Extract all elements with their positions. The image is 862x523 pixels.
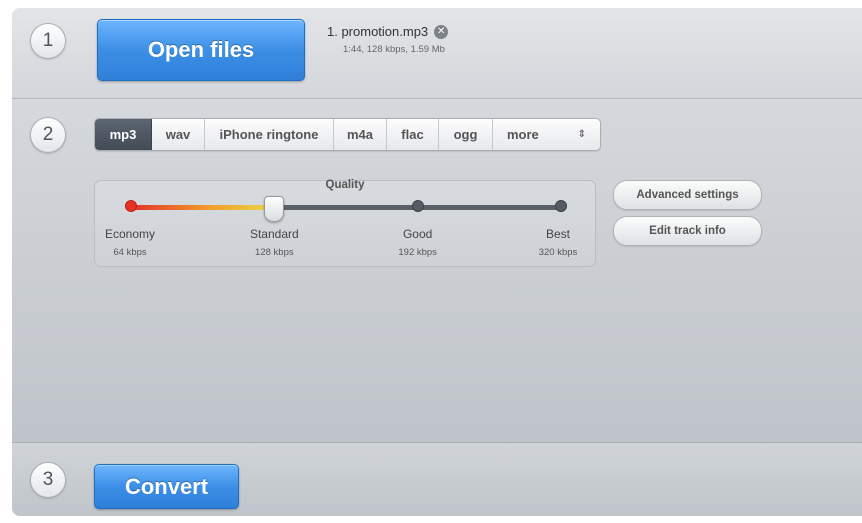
tab-wav[interactable]: wav xyxy=(152,119,205,150)
quality-stop-label: Standard xyxy=(249,227,299,241)
converter-app: 1 Open files 1. promotion.mp3 ✕ 1:44, 12… xyxy=(12,8,862,516)
step-open-files: 1 Open files 1. promotion.mp3 ✕ 1:44, 12… xyxy=(12,8,862,99)
step-1-badge: 1 xyxy=(30,23,66,59)
quality-slider-fill xyxy=(131,205,275,210)
file-name: 1. promotion.mp3 xyxy=(327,24,429,39)
quality-stop-bitrate: 320 kbps xyxy=(538,247,578,258)
convert-button[interactable]: Convert xyxy=(94,464,239,509)
tab-more-select[interactable]: more ⇕ xyxy=(493,119,600,150)
quality-title: Quality xyxy=(325,179,365,191)
file-entry: 1. promotion.mp3 ✕ 1:44, 128 kbps, 1.59 … xyxy=(327,24,449,55)
step-convert: 3 Convert xyxy=(12,443,862,516)
quality-stop-label: Economy xyxy=(104,227,156,241)
edit-track-info-button[interactable]: Edit track info xyxy=(613,216,762,246)
quality-stop-dot[interactable] xyxy=(555,200,567,212)
tab-flac[interactable]: flac xyxy=(387,119,439,150)
tab-m4a[interactable]: m4a xyxy=(334,119,387,150)
format-tabs: mp3 wav iPhone ringtone m4a flac ogg mor… xyxy=(94,118,601,151)
quality-stop-label: Good xyxy=(402,227,433,241)
file-meta: 1:44, 128 kbps, 1.59 Mb xyxy=(343,44,445,55)
quality-stop-label: Best xyxy=(545,227,570,241)
step-2-badge: 2 xyxy=(30,117,66,153)
quality-stop-bitrate: 128 kbps xyxy=(255,247,294,258)
tab-ogg[interactable]: ogg xyxy=(439,119,493,150)
select-arrows-icon: ⇕ xyxy=(577,129,586,140)
quality-stop-dot[interactable] xyxy=(125,200,137,212)
tab-mp3[interactable]: mp3 xyxy=(95,119,152,150)
quality-stop-bitrate: 64 kbps xyxy=(113,247,147,258)
quality-stop-bitrate: 192 kbps xyxy=(398,247,437,258)
quality-panel: Quality Economy 64 kbps Standard 128 kbps Go… xyxy=(94,179,596,267)
advanced-settings-button[interactable]: Advanced settings xyxy=(613,180,762,210)
step-3-badge: 3 xyxy=(30,462,66,498)
quality-stop-dot[interactable] xyxy=(411,200,424,212)
more-label: more xyxy=(507,127,539,142)
step-settings: 2 mp3 wav iPhone ringtone m4a flac ogg m… xyxy=(12,99,862,443)
quality-slider-track[interactable] xyxy=(131,205,561,210)
tab-iphone-ringtone[interactable]: iPhone ringtone xyxy=(205,119,334,150)
open-files-button[interactable]: Open files xyxy=(97,19,305,81)
quality-slider-thumb[interactable] xyxy=(264,196,285,222)
close-circle-icon[interactable]: ✕ xyxy=(434,24,449,39)
